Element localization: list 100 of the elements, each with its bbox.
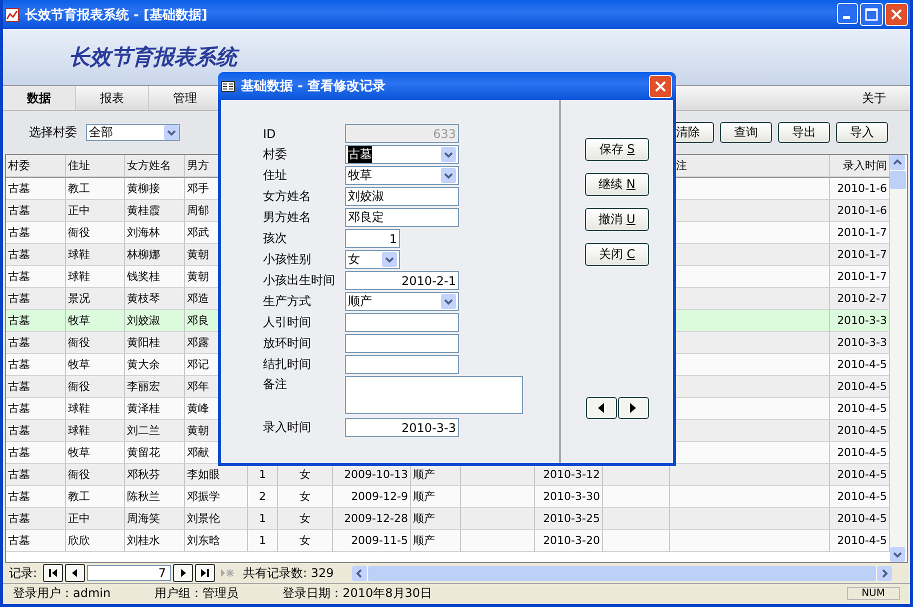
- table-cell: 林柳娜: [127, 247, 160, 262]
- table-cell: 顺产: [413, 511, 435, 526]
- field-label: 结扎时间: [263, 356, 312, 373]
- table-cell: 周郁: [187, 203, 209, 218]
- table-cell: 李如眼: [187, 467, 220, 482]
- table-cell: 球鞋: [68, 247, 90, 262]
- table-cell: 牧草: [68, 357, 90, 372]
- table-cell: 黄峰: [187, 401, 209, 416]
- table-cell: 刘二兰: [127, 423, 160, 438]
- table-cell: 周海笑: [127, 511, 160, 526]
- table-cell: 2010-4-5: [837, 490, 887, 503]
- table-cell: 2010-4-5: [837, 512, 887, 525]
- table-cell: 邓振学: [187, 489, 220, 504]
- table-cell: 黄枝琴: [127, 291, 160, 306]
- table-cell: 古墓: [8, 467, 30, 482]
- field-label: 男方姓名: [263, 209, 312, 226]
- table-cell: 2010-1-7: [837, 248, 887, 261]
- table-cell: 衙役: [68, 225, 90, 240]
- table-cell: 黄阳桂: [127, 335, 160, 350]
- table-cell: 2010-3-3: [837, 314, 887, 327]
- table-cell: 邓献: [187, 445, 209, 460]
- table-cell: 女: [300, 511, 310, 526]
- table-cell: 牧草: [68, 445, 90, 460]
- table-cell: 黄朝: [187, 247, 209, 262]
- table-cell: 邓秋芬: [127, 467, 160, 482]
- table-cell: 古墓: [8, 511, 30, 526]
- table-cell: 球鞋: [68, 269, 90, 284]
- table-cell: 古墓: [8, 203, 30, 218]
- status-text: 登录日期：2010年8月30日: [282, 585, 432, 602]
- table-cell: 邓良: [187, 313, 209, 328]
- table-cell: 古墓: [8, 423, 30, 438]
- status-text: 登录用户：admin: [13, 585, 111, 602]
- table-cell: 黄朝: [187, 269, 209, 284]
- table-cell: 2009-10-13: [344, 468, 408, 481]
- field-label: 村委: [263, 146, 288, 163]
- column-header: 住址: [68, 158, 90, 173]
- table-cell: 古墓: [8, 313, 30, 328]
- table-cell: 正中: [68, 511, 90, 526]
- table-cell: 黄桂霞: [127, 203, 160, 218]
- field-label: 录入时间: [263, 419, 312, 436]
- field-label: 小孩出生时间: [263, 272, 336, 289]
- table-cell: 刘桂水: [127, 533, 160, 548]
- table-cell: 李丽宏: [127, 379, 160, 394]
- table-cell: 1: [259, 534, 266, 547]
- field-label: 放环时间: [263, 335, 312, 352]
- table-cell: 1: [259, 512, 266, 525]
- table-cell: 古墓: [8, 379, 30, 394]
- table-cell: 2010-4-5: [837, 380, 887, 393]
- table-cell: 刘姣淑: [127, 313, 160, 328]
- dialog-title: 基础数据 - 查看修改记录: [241, 78, 386, 95]
- column-header: 录入时间: [843, 158, 887, 173]
- table-cell: 顺产: [413, 489, 435, 504]
- table-cell: 衙役: [68, 335, 90, 350]
- field-label: 生产方式: [263, 293, 312, 310]
- table-cell: 2010-4-5: [837, 468, 887, 481]
- table-cell: 2010-4-5: [837, 424, 887, 437]
- field-label: 住址: [263, 167, 288, 184]
- table-cell: 黄大余: [127, 357, 160, 372]
- table-cell: 2010-3-3: [837, 336, 887, 349]
- table-cell: 欣欣: [68, 533, 90, 548]
- filter-label: 选择村委: [29, 124, 77, 141]
- table-cell: 2010-3-25: [543, 512, 600, 525]
- table-cell: 2010-2-7: [837, 292, 887, 305]
- table-cell: 邓记: [187, 357, 209, 372]
- column-header: 村委: [8, 158, 30, 173]
- table-cell: 黄泽桂: [127, 401, 160, 416]
- table-cell: 2010-1-7: [837, 226, 887, 239]
- table-cell: 邓手: [187, 181, 209, 196]
- field-label: ID: [263, 126, 277, 140]
- table-cell: 刘景伦: [187, 511, 220, 526]
- status-text: 用户组：管理员: [154, 585, 239, 602]
- table-cell: 顺产: [413, 467, 435, 482]
- table-cell: 邓年: [187, 379, 209, 394]
- table-cell: 球鞋: [68, 423, 90, 438]
- field-label: 小孩性别: [263, 251, 312, 268]
- table-cell: 2010-1-7: [837, 270, 887, 283]
- table-cell: 教工: [68, 181, 90, 196]
- table-cell: 2010-3-30: [543, 490, 600, 503]
- table-cell: 邓露: [187, 335, 209, 350]
- table-cell: 2010-4-5: [837, 402, 887, 415]
- table-cell: 正中: [68, 203, 90, 218]
- column-header: 注: [676, 158, 687, 173]
- table-cell: 古墓: [8, 401, 30, 416]
- table-cell: 钱奖桂: [127, 269, 160, 284]
- table-cell: 球鞋: [68, 401, 90, 416]
- record-label: 记录:: [9, 564, 38, 582]
- table-cell: 2009-11-5: [351, 534, 408, 547]
- table-cell: 陈秋兰: [127, 489, 160, 504]
- table-cell: 景况: [68, 291, 90, 306]
- table-cell: 1: [259, 468, 266, 481]
- window-title: 长效节育报表系统 - [基础数据]: [25, 6, 208, 24]
- table-cell: 古墓: [8, 489, 30, 504]
- table-cell: 2010-4-5: [837, 534, 887, 547]
- table-cell: 2010-3-12: [543, 468, 600, 481]
- table-cell: 2010-1-6: [837, 204, 887, 217]
- field-label: 人引时间: [263, 314, 312, 331]
- table-cell: 邓造: [187, 291, 209, 306]
- table-cell: 古墓: [8, 291, 30, 306]
- table-cell: 2: [259, 490, 266, 503]
- record-count: 共有记录数: 329: [243, 564, 334, 582]
